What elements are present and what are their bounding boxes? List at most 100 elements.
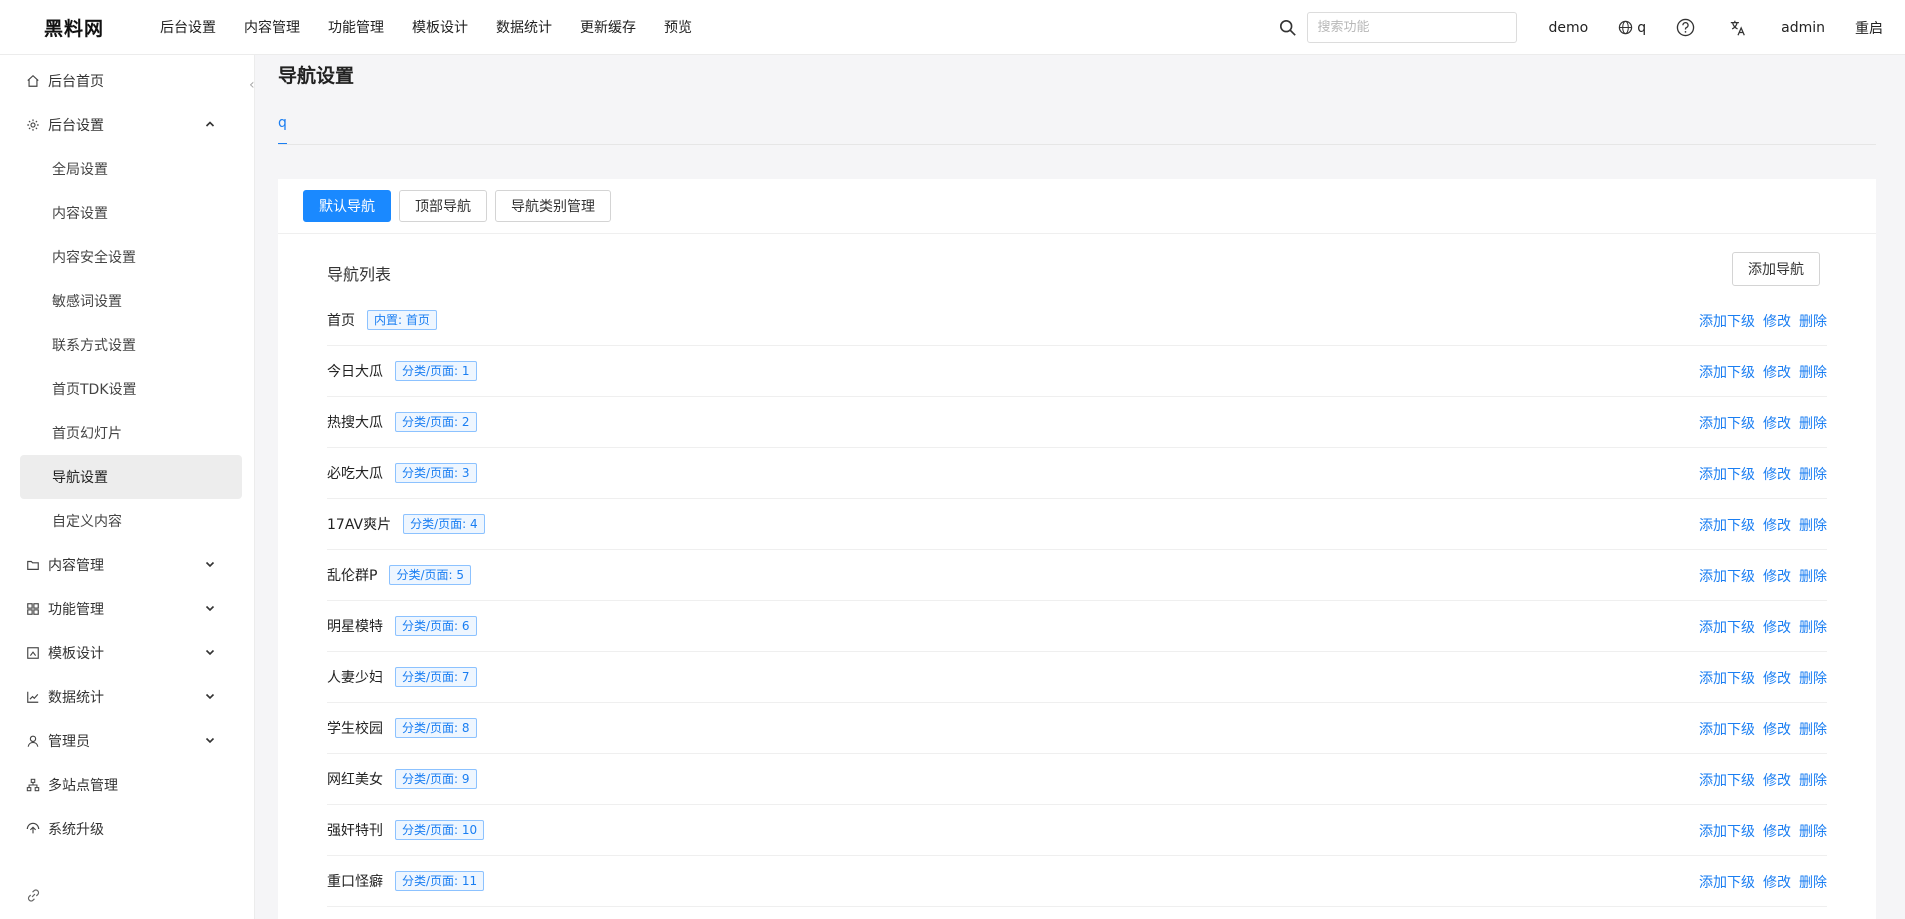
edit-link[interactable]: 修改 xyxy=(1763,617,1791,637)
chevron-up-icon xyxy=(205,121,215,127)
delete-link[interactable]: 删除 xyxy=(1799,872,1827,892)
sidebar-subitem-navigation[interactable]: 导航设置 xyxy=(20,455,242,499)
sidebar-subitem-global[interactable]: 全局设置 xyxy=(20,147,242,191)
table-row: 今日大瓜 分类/页面: 1 添加下级 修改 删除 xyxy=(327,346,1827,397)
topnav-item-content[interactable]: 内容管理 xyxy=(244,17,300,37)
edit-link[interactable]: 修改 xyxy=(1763,872,1791,892)
sidebar-subitem-slides[interactable]: 首页幻灯片 xyxy=(20,411,242,455)
edit-link[interactable]: 修改 xyxy=(1763,719,1791,739)
topnav-item-settings[interactable]: 后台设置 xyxy=(160,17,216,37)
row-tag: 分类/页面: 8 xyxy=(395,718,477,738)
tab-site-q[interactable]: q xyxy=(278,115,287,145)
edit-link[interactable]: 修改 xyxy=(1763,770,1791,790)
add-child-link[interactable]: 添加下级 xyxy=(1699,821,1755,841)
add-child-link[interactable]: 添加下级 xyxy=(1699,872,1755,892)
default-nav-button[interactable]: 默认导航 xyxy=(303,190,391,222)
edit-link[interactable]: 修改 xyxy=(1763,515,1791,535)
sidebar-item-data-stats[interactable]: 数据统计 xyxy=(0,675,254,719)
row-tag: 分类/页面: 7 xyxy=(395,667,477,687)
row-tag: 分类/页面: 6 xyxy=(395,616,477,636)
sidebar-subitem-sensitive-words[interactable]: 敏感词设置 xyxy=(20,279,242,323)
topnav-item-features[interactable]: 功能管理 xyxy=(328,17,384,37)
sidebar-subitem-tdk[interactable]: 首页TDK设置 xyxy=(20,367,242,411)
list-title: 导航列表 xyxy=(327,265,392,284)
topnav-item-templates[interactable]: 模板设计 xyxy=(412,17,468,37)
add-child-link[interactable]: 添加下级 xyxy=(1699,515,1755,535)
sidebar-item-label: 多站点管理 xyxy=(48,778,118,794)
delete-link[interactable]: 删除 xyxy=(1799,668,1827,688)
delete-link[interactable]: 删除 xyxy=(1799,515,1827,535)
sidebar-item-upgrade[interactable]: 系统升级 xyxy=(0,807,254,851)
add-child-link[interactable]: 添加下级 xyxy=(1699,566,1755,586)
row-actions: 添加下级 修改 删除 xyxy=(1691,448,1827,499)
edit-link[interactable]: 修改 xyxy=(1763,821,1791,841)
add-child-link[interactable]: 添加下级 xyxy=(1699,617,1755,637)
language-switch[interactable]: q xyxy=(1618,20,1646,36)
sidebar-item-content-management[interactable]: 内容管理 xyxy=(0,543,254,587)
table-row: 网红美女 分类/页面: 9 添加下级 修改 删除 xyxy=(327,754,1827,805)
search-input[interactable] xyxy=(1306,12,1517,43)
sidebar-item-settings[interactable]: 后台设置 xyxy=(0,103,254,147)
sidebar-item-template-design[interactable]: 模板设计 xyxy=(0,631,254,675)
user-icon xyxy=(27,735,39,747)
topnav-item-stats[interactable]: 数据统计 xyxy=(496,17,552,37)
translate-button[interactable] xyxy=(1729,19,1751,37)
sidebar-item-multisite[interactable]: 多站点管理 xyxy=(0,763,254,807)
add-child-link[interactable]: 添加下级 xyxy=(1699,668,1755,688)
restart-button[interactable]: 重启 xyxy=(1855,18,1883,38)
help-button[interactable] xyxy=(1676,18,1699,37)
edit-link[interactable]: 修改 xyxy=(1763,464,1791,484)
topnav-item-cache[interactable]: 更新缓存 xyxy=(580,17,636,37)
table-row: 乱伦群P 分类/页面: 5 添加下级 修改 删除 xyxy=(327,550,1827,601)
translate-icon xyxy=(1730,20,1746,35)
delete-link[interactable]: 删除 xyxy=(1799,821,1827,841)
folder-icon xyxy=(27,560,39,570)
top-nav-button[interactable]: 顶部导航 xyxy=(399,190,487,222)
delete-link[interactable]: 删除 xyxy=(1799,362,1827,382)
sidebar-subitem-custom[interactable]: 自定义内容 xyxy=(20,499,242,543)
user-menu[interactable]: admin xyxy=(1781,20,1825,36)
delete-link[interactable]: 删除 xyxy=(1799,566,1827,586)
edit-link[interactable]: 修改 xyxy=(1763,566,1791,586)
sidebar-subitem-content[interactable]: 内容设置 xyxy=(20,191,242,235)
add-nav-button[interactable]: 添加导航 xyxy=(1732,252,1820,286)
add-child-link[interactable]: 添加下级 xyxy=(1699,413,1755,433)
row-tag: 分类/页面: 1 xyxy=(395,361,477,381)
sidebar-item-feature-management[interactable]: 功能管理 xyxy=(0,587,254,631)
delete-link[interactable]: 删除 xyxy=(1799,719,1827,739)
top-nav: 后台设置 内容管理 功能管理 模板设计 数据统计 更新缓存 预览 xyxy=(160,17,720,37)
edit-link[interactable]: 修改 xyxy=(1763,413,1791,433)
delete-link[interactable]: 删除 xyxy=(1799,413,1827,433)
row-name: 首页 xyxy=(327,313,355,329)
sidebar-collapse-icon[interactable]: ‹ xyxy=(249,77,255,93)
edit-link[interactable]: 修改 xyxy=(1763,311,1791,331)
sidebar-subitem-contact[interactable]: 联系方式设置 xyxy=(20,323,242,367)
row-actions: 添加下级 修改 删除 xyxy=(1691,397,1827,448)
row-tag: 分类/页面: 10 xyxy=(395,820,485,840)
row-name: 必吃大瓜 xyxy=(327,466,383,482)
edit-link[interactable]: 修改 xyxy=(1763,362,1791,382)
row-actions: 添加下级 修改 删除 xyxy=(1691,754,1827,805)
sidebar-subitem-content-security[interactable]: 内容安全设置 xyxy=(20,235,242,279)
add-child-link[interactable]: 添加下级 xyxy=(1699,362,1755,382)
add-child-link[interactable]: 添加下级 xyxy=(1699,770,1755,790)
search-icon[interactable] xyxy=(1279,19,1297,37)
sidebar-item-label: 数据统计 xyxy=(48,690,104,706)
link-icon[interactable] xyxy=(26,888,41,903)
add-child-link[interactable]: 添加下级 xyxy=(1699,464,1755,484)
delete-link[interactable]: 删除 xyxy=(1799,464,1827,484)
delete-link[interactable]: 删除 xyxy=(1799,311,1827,331)
topnav-item-preview[interactable]: 预览 xyxy=(664,17,692,37)
row-name: 强奸特刊 xyxy=(327,823,383,839)
sidebar-item-home[interactable]: 后台首页 xyxy=(0,59,254,103)
row-actions: 添加下级 修改 删除 xyxy=(1691,499,1827,550)
nav-category-button[interactable]: 导航类别管理 xyxy=(495,190,611,222)
add-child-link[interactable]: 添加下级 xyxy=(1699,311,1755,331)
delete-link[interactable]: 删除 xyxy=(1799,770,1827,790)
edit-link[interactable]: 修改 xyxy=(1763,668,1791,688)
grid-icon xyxy=(27,603,39,615)
delete-link[interactable]: 删除 xyxy=(1799,617,1827,637)
add-child-link[interactable]: 添加下级 xyxy=(1699,719,1755,739)
site-switch[interactable]: demo xyxy=(1549,20,1589,36)
sidebar-item-admins[interactable]: 管理员 xyxy=(0,719,254,763)
